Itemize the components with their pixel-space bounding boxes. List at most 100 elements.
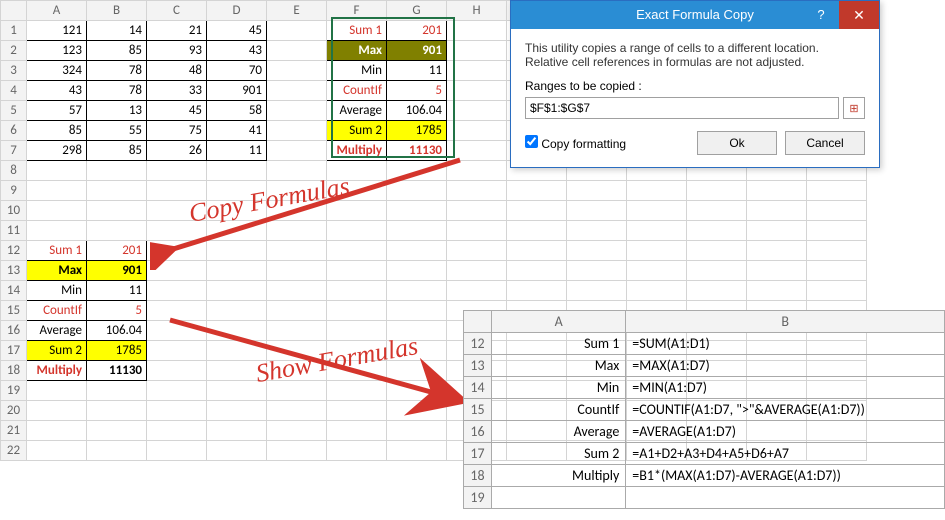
cell-K13[interactable]: [627, 261, 687, 281]
cell-K9[interactable]: [627, 181, 687, 201]
cell-B8[interactable]: [87, 161, 147, 181]
row-header-11[interactable]: 11: [1, 221, 27, 241]
col-header-c[interactable]: C: [147, 1, 207, 21]
cell-N10[interactable]: [807, 201, 867, 221]
cell-D22[interactable]: [207, 441, 267, 461]
cell-A2[interactable]: 123: [27, 41, 87, 61]
f-row-16[interactable]: 16: [464, 421, 492, 443]
cell-I12[interactable]: [507, 241, 567, 261]
row-header-22[interactable]: 22: [1, 441, 27, 461]
row-header-18[interactable]: 18: [1, 361, 27, 381]
cell-A19[interactable]: [27, 381, 87, 401]
cell-I9[interactable]: [507, 181, 567, 201]
row-header-3[interactable]: 3: [1, 61, 27, 81]
row-header-21[interactable]: 21: [1, 421, 27, 441]
cell-E4[interactable]: [267, 81, 327, 101]
cell-A17[interactable]: Sum 2: [27, 341, 87, 361]
col-header-g[interactable]: G: [387, 1, 447, 21]
cell-B6[interactable]: 55: [87, 121, 147, 141]
cell-A12[interactable]: Sum 1: [27, 241, 87, 261]
f-row-12[interactable]: 12: [464, 333, 492, 355]
cell-A1[interactable]: 121: [27, 21, 87, 41]
cell-H6[interactable]: [447, 121, 507, 141]
cell-E22[interactable]: [267, 441, 327, 461]
f-cell-B17[interactable]: =A1+D2+A3+D4+A5+D6+A7: [626, 443, 945, 465]
cell-F21[interactable]: [327, 421, 387, 441]
cell-B22[interactable]: [87, 441, 147, 461]
cell-E1[interactable]: [267, 21, 327, 41]
col-header-h[interactable]: H: [447, 1, 507, 21]
cell-C14[interactable]: [147, 281, 207, 301]
cell-M10[interactable]: [747, 201, 807, 221]
cell-E2[interactable]: [267, 41, 327, 61]
cell-B3[interactable]: 78: [87, 61, 147, 81]
cell-N11[interactable]: [807, 221, 867, 241]
row-header-2[interactable]: 2: [1, 41, 27, 61]
cell-C4[interactable]: 33: [147, 81, 207, 101]
cell-J9[interactable]: [567, 181, 627, 201]
cell-G14[interactable]: [387, 281, 447, 301]
cell-A21[interactable]: [27, 421, 87, 441]
col-header-b[interactable]: B: [87, 1, 147, 21]
f-cell-A15[interactable]: CountIf: [491, 399, 625, 421]
cell-B14[interactable]: 11: [87, 281, 147, 301]
cell-K11[interactable]: [627, 221, 687, 241]
row-header-1[interactable]: 1: [1, 21, 27, 41]
range-picker-button[interactable]: ⊞: [843, 97, 865, 119]
cell-A10[interactable]: [27, 201, 87, 221]
cell-J11[interactable]: [567, 221, 627, 241]
cell-A5[interactable]: 57: [27, 101, 87, 121]
cell-L10[interactable]: [687, 201, 747, 221]
cell-H1[interactable]: [447, 21, 507, 41]
f-cell-B13[interactable]: =MAX(A1:D7): [626, 355, 945, 377]
cell-A22[interactable]: [27, 441, 87, 461]
cell-B20[interactable]: [87, 401, 147, 421]
f-row-14[interactable]: 14: [464, 377, 492, 399]
cancel-button[interactable]: Cancel: [785, 131, 865, 155]
cell-B10[interactable]: [87, 201, 147, 221]
cell-D6[interactable]: 41: [207, 121, 267, 141]
cell-A11[interactable]: [27, 221, 87, 241]
cell-C3[interactable]: 48: [147, 61, 207, 81]
row-header-13[interactable]: 13: [1, 261, 27, 281]
cell-E14[interactable]: [267, 281, 327, 301]
cell-G2[interactable]: 901: [387, 41, 447, 61]
f-row-19[interactable]: 19: [464, 487, 492, 509]
cell-B1[interactable]: 14: [87, 21, 147, 41]
f-cell-B16[interactable]: =AVERAGE(A1:D7): [626, 421, 945, 443]
cell-B19[interactable]: [87, 381, 147, 401]
cell-N13[interactable]: [807, 261, 867, 281]
cell-F5[interactable]: Average: [327, 101, 387, 121]
f-cell-A13[interactable]: Max: [491, 355, 625, 377]
cell-G4[interactable]: 5: [387, 81, 447, 101]
row-header-16[interactable]: 16: [1, 321, 27, 341]
cell-I13[interactable]: [507, 261, 567, 281]
row-header-17[interactable]: 17: [1, 341, 27, 361]
f-cell-A18[interactable]: Multiply: [491, 465, 625, 487]
col-header-d[interactable]: D: [207, 1, 267, 21]
cell-E5[interactable]: [267, 101, 327, 121]
cell-F14[interactable]: [327, 281, 387, 301]
cell-L11[interactable]: [687, 221, 747, 241]
cell-G21[interactable]: [387, 421, 447, 441]
help-button[interactable]: ?: [807, 1, 835, 29]
cell-B18[interactable]: 11130: [87, 361, 147, 381]
cell-F6[interactable]: Sum 2: [327, 121, 387, 141]
cell-A15[interactable]: CountIf: [27, 301, 87, 321]
f-cell-A16[interactable]: Average: [491, 421, 625, 443]
cell-G5[interactable]: 106.04: [387, 101, 447, 121]
formula-view-grid[interactable]: AB 12Sum 1=SUM(A1:D1)13Max=MAX(A1:D7)14M…: [463, 310, 945, 509]
cell-A9[interactable]: [27, 181, 87, 201]
row-header-8[interactable]: 8: [1, 161, 27, 181]
cell-B16[interactable]: 106.04: [87, 321, 147, 341]
cell-N9[interactable]: [807, 181, 867, 201]
cell-J13[interactable]: [567, 261, 627, 281]
cell-F1[interactable]: Sum 1: [327, 21, 387, 41]
cell-C2[interactable]: 93: [147, 41, 207, 61]
row-header-20[interactable]: 20: [1, 401, 27, 421]
row-header-12[interactable]: 12: [1, 241, 27, 261]
cell-A7[interactable]: 298: [27, 141, 87, 161]
col-header-f[interactable]: F: [327, 1, 387, 21]
cell-E6[interactable]: [267, 121, 327, 141]
cell-H2[interactable]: [447, 41, 507, 61]
